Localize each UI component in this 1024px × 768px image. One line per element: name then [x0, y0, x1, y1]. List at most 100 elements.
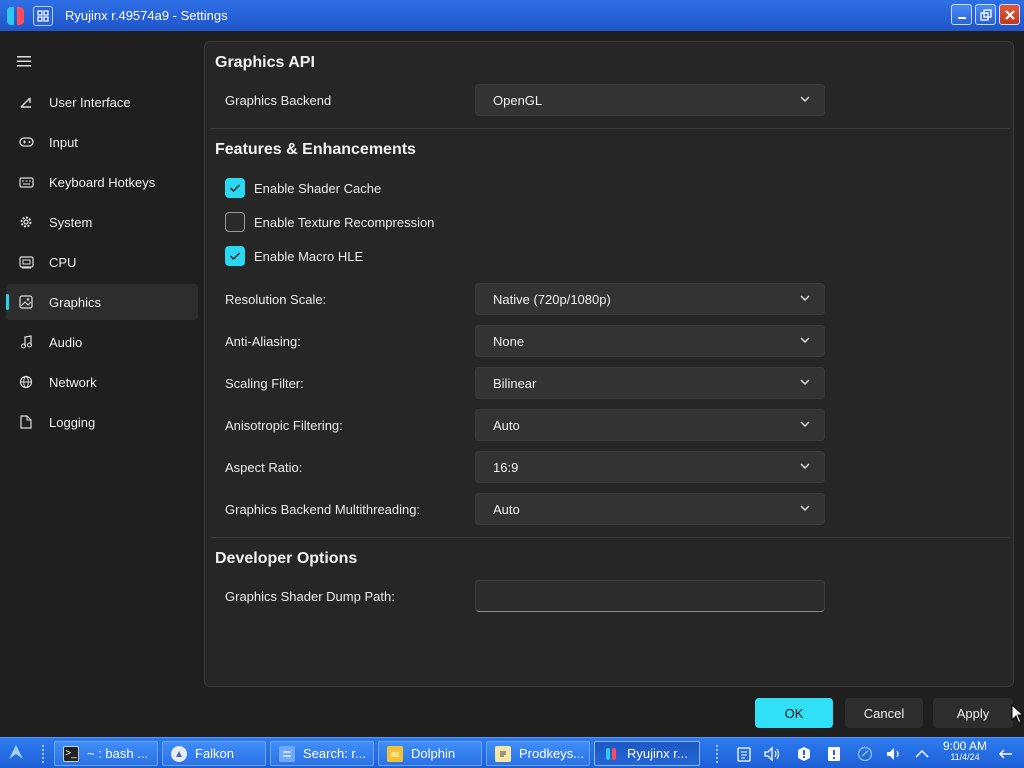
section-title-developer-options: Developer Options: [215, 550, 358, 567]
graphics-backend-label: Graphics Backend: [225, 93, 332, 108]
sidebar-item-user-interface[interactable]: User Interface: [6, 84, 198, 120]
sidebar-item-label: User Interface: [49, 94, 131, 110]
taskbar-item-ryujinx[interactable]: Ryujinx r...: [594, 741, 700, 766]
taskbar: >_ ~ : bash ... Falkon Search: r... Dolp…: [0, 737, 1024, 768]
ok-button[interactable]: OK: [755, 698, 833, 728]
settings-sidebar: User Interface Input Keyboard Hotkeys Sy…: [0, 31, 200, 737]
taskbar-item-label: Prodkeys...: [519, 746, 585, 761]
taskbar-separator: [716, 745, 722, 763]
sidebar-item-graphics[interactable]: Graphics: [6, 284, 198, 320]
cpu-icon: [18, 254, 34, 270]
macro-hle-checkbox[interactable]: [225, 246, 245, 266]
sidebar-item-input[interactable]: Input: [6, 124, 198, 160]
resolution-scale-label: Resolution Scale:: [225, 292, 327, 307]
cancel-button[interactable]: Cancel: [845, 698, 923, 728]
gear-icon: [18, 214, 34, 230]
speaker-icon[interactable]: [885, 745, 903, 763]
texture-recompression-checkbox-row[interactable]: Enable Texture Recompression: [225, 212, 434, 232]
dropdown-value: 16:9: [493, 459, 519, 475]
taskbar-item-label: Ryujinx r...: [627, 746, 688, 761]
graphics-backend-dropdown[interactable]: OpenGL: [475, 84, 825, 116]
sidebar-item-label: System: [49, 214, 93, 230]
chevron-down-icon: [800, 421, 810, 428]
notes-icon: [495, 745, 511, 762]
notification-icon[interactable]: [825, 745, 843, 763]
ryujinx-icon: [603, 746, 619, 762]
sidebar-item-label: Logging: [49, 414, 96, 430]
backend-multithreading-dropdown[interactable]: Auto: [475, 493, 825, 525]
sidebar-item-label: CPU: [49, 254, 77, 270]
document-icon: [18, 414, 34, 430]
texture-recompression-checkbox[interactable]: [225, 212, 245, 232]
app-launcher-icon[interactable]: [6, 743, 26, 763]
mouse-cursor-icon: [1011, 704, 1023, 724]
chevron-down-icon: [800, 337, 810, 344]
taskbar-item-dolphin[interactable]: Dolphin: [378, 741, 482, 766]
divider: [211, 128, 1009, 129]
taskbar-item-search[interactable]: Search: r...: [270, 741, 374, 766]
sidebar-item-label: Input: [49, 134, 78, 150]
sidebar-item-keyboard-hotkeys[interactable]: Keyboard Hotkeys: [6, 164, 198, 200]
sidebar-item-label: Keyboard Hotkeys: [49, 174, 156, 190]
sidebar-item-network[interactable]: Network: [6, 364, 198, 400]
sidebar-item-label: Graphics: [49, 294, 102, 310]
show-desktop-icon[interactable]: [996, 745, 1014, 763]
resolution-scale-dropdown[interactable]: Native (720p/1080p): [475, 283, 825, 315]
sidebar-item-system[interactable]: System: [6, 204, 198, 240]
anti-aliasing-label: Anti-Aliasing:: [225, 334, 301, 349]
hamburger-menu-icon[interactable]: [17, 55, 35, 69]
chevron-up-icon[interactable]: [913, 745, 931, 763]
aspect-ratio-dropdown[interactable]: 16:9: [475, 451, 825, 483]
sidebar-item-label: Network: [49, 374, 97, 390]
taskbar-item-prodkeys[interactable]: Prodkeys...: [486, 741, 590, 766]
window-menu-icon[interactable]: [33, 5, 53, 26]
shader-cache-checkbox[interactable]: [225, 178, 245, 198]
taskbar-item-bash[interactable]: >_ ~ : bash ...: [54, 741, 158, 766]
anisotropic-filtering-label: Anisotropic Filtering:: [225, 418, 343, 433]
title-bar[interactable]: Ryujinx r.49574a9 - Settings: [0, 0, 1024, 31]
section-title-graphics-api: Graphics API: [215, 54, 315, 71]
clock-time: 9:00 AM: [942, 739, 988, 753]
minimize-icon[interactable]: [951, 4, 972, 25]
scaling-filter-dropdown[interactable]: Bilinear: [475, 367, 825, 399]
network-icon[interactable]: [856, 745, 874, 763]
anisotropic-filtering-dropdown[interactable]: Auto: [475, 409, 825, 441]
window-title: Ryujinx r.49574a9 - Settings: [65, 8, 228, 23]
aspect-ratio-label: Aspect Ratio:: [225, 460, 303, 475]
clipboard-icon[interactable]: [735, 745, 753, 763]
scaling-filter-label: Scaling Filter:: [225, 376, 304, 391]
volume-icon[interactable]: [763, 745, 781, 763]
sidebar-item-cpu[interactable]: CPU: [6, 244, 198, 280]
shader-dump-path-label: Graphics Shader Dump Path:: [225, 589, 395, 604]
taskbar-item-label: ~ : bash ...: [87, 746, 149, 761]
dropdown-value: None: [493, 333, 525, 349]
divider: [211, 537, 1009, 538]
apply-button[interactable]: Apply: [933, 698, 1013, 728]
shader-cache-checkbox-row[interactable]: Enable Shader Cache: [225, 178, 381, 198]
backend-multithreading-label: Graphics Backend Multithreading:: [225, 502, 421, 517]
checkbox-label: Enable Macro HLE: [254, 248, 364, 264]
dropdown-value: Auto: [493, 501, 520, 517]
maximize-icon[interactable]: [975, 4, 996, 25]
sidebar-item-audio[interactable]: Audio: [6, 324, 198, 360]
chevron-down-icon: [800, 505, 810, 512]
terminal-icon: >_: [63, 745, 79, 762]
update-notifier-icon[interactable]: [795, 745, 813, 763]
sidebar-item-logging[interactable]: Logging: [6, 404, 198, 440]
taskbar-item-falkon[interactable]: Falkon: [162, 741, 266, 766]
sidebar-item-label: Audio: [49, 334, 83, 350]
search-icon: [279, 745, 295, 762]
anti-aliasing-dropdown[interactable]: None: [475, 325, 825, 357]
shader-dump-path-input[interactable]: [475, 580, 825, 612]
close-icon[interactable]: [999, 4, 1020, 25]
music-icon: [18, 334, 34, 350]
falkon-icon: [171, 745, 187, 762]
ryujinx-logo-icon: [5, 4, 31, 28]
macro-hle-checkbox-row[interactable]: Enable Macro HLE: [225, 246, 363, 266]
ui-icon: [18, 94, 34, 110]
chevron-down-icon: [800, 463, 810, 470]
gamepad-icon: [18, 134, 34, 150]
taskbar-item-label: Falkon: [195, 746, 235, 761]
system-clock[interactable]: 9:00 AM 11/4/24: [938, 739, 992, 763]
checkbox-label: Enable Shader Cache: [254, 180, 382, 196]
